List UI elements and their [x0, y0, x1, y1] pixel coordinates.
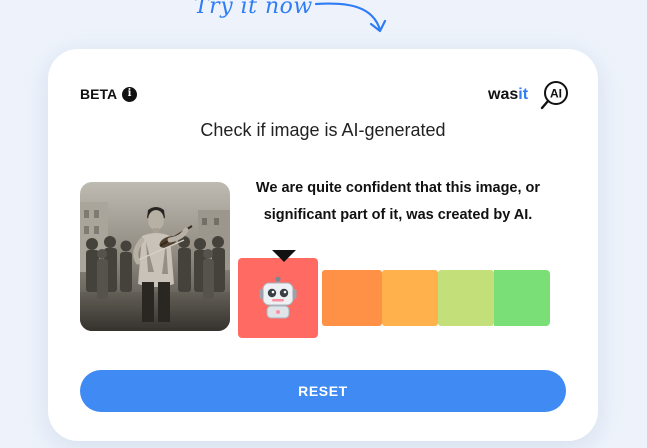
try-it-now-caption: Try it now	[194, 0, 313, 19]
ai-detector-card: BETA i wasit AI Check if image is AI-gen…	[48, 49, 598, 441]
logo-text-ai: AI	[550, 87, 562, 101]
verdict-text: We are quite confident that this image, …	[255, 180, 541, 223]
scale-segment	[322, 270, 382, 326]
caret-down-icon	[272, 250, 296, 262]
scale-segment	[382, 270, 438, 326]
svg-text:wasit: wasit	[488, 86, 529, 103]
uploaded-photo-thumbnail	[80, 182, 230, 331]
wasitai-logo[interactable]: wasit AI	[488, 80, 572, 110]
reset-button[interactable]: RESET	[80, 370, 566, 412]
info-icon[interactable]: i	[122, 86, 138, 102]
scale-segment-active	[238, 258, 318, 338]
beta-label: BETA	[80, 86, 118, 102]
curved-arrow-icon	[314, 2, 387, 33]
beta-indicator: BETA i	[80, 86, 138, 102]
robot-icon	[259, 277, 297, 319]
logo-text-it: it	[518, 86, 528, 103]
logo-text-was: was	[488, 86, 518, 103]
scale-segment	[438, 270, 494, 326]
page-title: Check if image is AI-generated	[200, 120, 446, 140]
magnifier-logo-icon	[540, 99, 550, 110]
confidence-scale	[238, 250, 550, 338]
scale-segment	[494, 270, 550, 326]
